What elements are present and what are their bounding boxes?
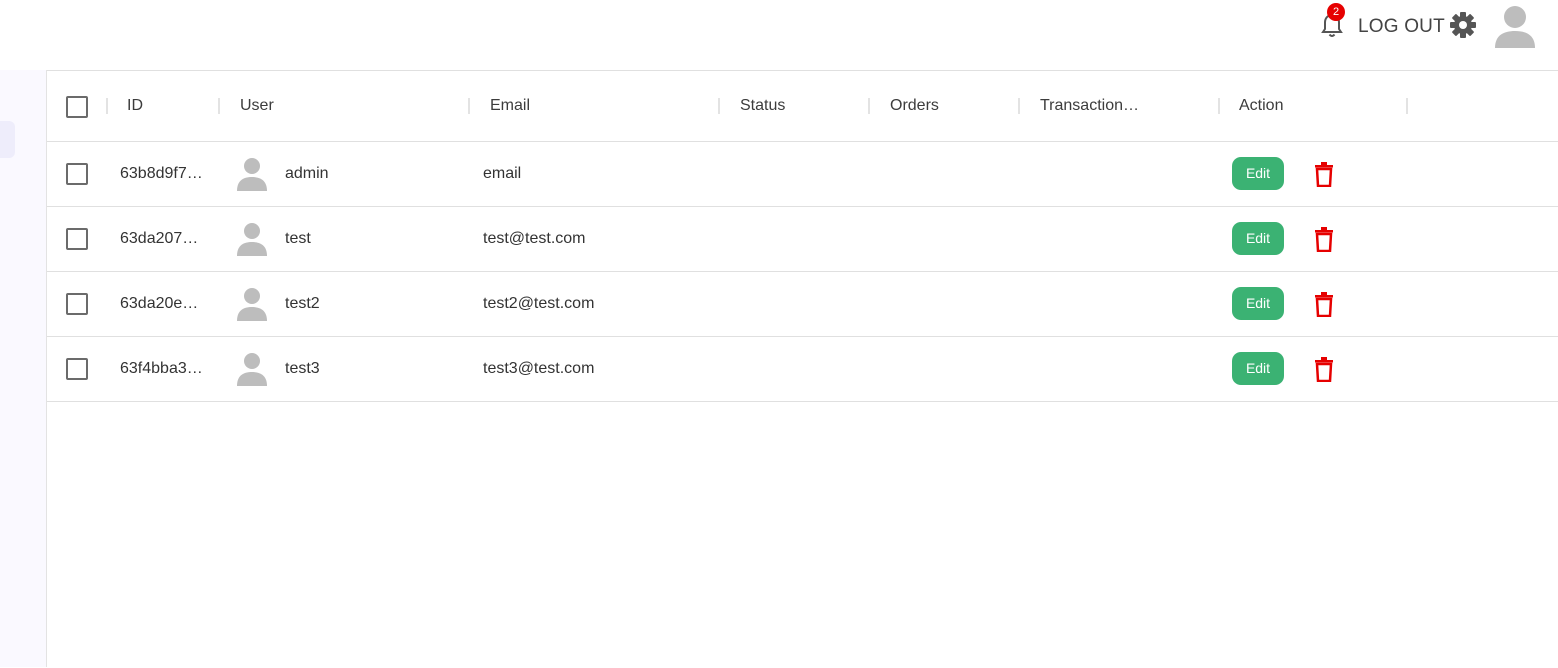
column-separator[interactable] (468, 98, 470, 114)
trash-icon[interactable] (1314, 226, 1334, 253)
users-data-grid: ID User Email Status Orders Transaction…… (47, 70, 1558, 668)
trash-icon[interactable] (1314, 161, 1334, 188)
row-checkbox[interactable] (66, 358, 88, 380)
column-separator[interactable] (1406, 98, 1408, 114)
cell-email: email (483, 165, 522, 182)
user-avatar-icon (236, 222, 268, 256)
edit-button[interactable]: Edit (1232, 352, 1284, 385)
column-header-user[interactable]: User (240, 71, 274, 141)
top-bar: 2 LOG OUT (0, 0, 1558, 70)
select-all-checkbox[interactable] (66, 96, 88, 118)
user-avatar-icon (236, 352, 268, 386)
sidebar-active-item[interactable] (0, 121, 15, 158)
cell-user: test3 (285, 360, 320, 377)
sidebar (0, 70, 47, 667)
column-separator[interactable] (106, 98, 108, 114)
column-header-id[interactable]: ID (127, 71, 143, 141)
table-row[interactable]: 63b8d9f7… admin email Edit (47, 142, 1558, 207)
user-avatar-icon (236, 157, 268, 191)
trash-icon[interactable] (1314, 291, 1334, 318)
column-header-orders[interactable]: Orders (890, 71, 939, 141)
cell-email: test@test.com (483, 230, 586, 247)
cell-user: test (285, 230, 311, 247)
table-row[interactable]: 63da207… test test@test.com Edit (47, 207, 1558, 272)
table-row[interactable]: 63f4bba3… test3 test3@test.com Edit (47, 337, 1558, 402)
edit-button[interactable]: Edit (1232, 222, 1284, 255)
column-separator[interactable] (1218, 98, 1220, 114)
column-header-status[interactable]: Status (740, 71, 785, 141)
column-separator[interactable] (1018, 98, 1020, 114)
column-separator[interactable] (868, 98, 870, 114)
cell-email: test2@test.com (483, 295, 595, 312)
user-avatar-icon (236, 287, 268, 321)
trash-icon[interactable] (1314, 356, 1334, 383)
cell-user: test2 (285, 295, 320, 312)
cell-id: 63da20e… (120, 295, 199, 312)
column-separator[interactable] (218, 98, 220, 114)
edit-button[interactable]: Edit (1232, 287, 1284, 320)
column-header-transactions[interactable]: Transaction… (1040, 71, 1139, 141)
column-separator[interactable] (718, 98, 720, 114)
logout-button[interactable]: LOG OUT (1358, 16, 1445, 38)
cell-id: 63f4bba3… (120, 360, 203, 377)
gear-icon[interactable] (1449, 11, 1477, 39)
cell-id: 63da207… (120, 230, 199, 247)
cell-user: admin (285, 165, 329, 182)
cell-email: test3@test.com (483, 360, 595, 377)
table-row[interactable]: 63da20e… test2 test2@test.com Edit (47, 272, 1558, 337)
edit-button[interactable]: Edit (1232, 157, 1284, 190)
row-checkbox[interactable] (66, 228, 88, 250)
cell-id: 63b8d9f7… (120, 165, 203, 182)
row-checkbox[interactable] (66, 163, 88, 185)
column-header-email[interactable]: Email (490, 71, 530, 141)
notification-badge: 2 (1327, 3, 1345, 21)
row-checkbox[interactable] (66, 293, 88, 315)
column-header-action[interactable]: Action (1239, 71, 1283, 141)
user-avatar-icon[interactable] (1494, 4, 1536, 48)
grid-header: ID User Email Status Orders Transaction…… (47, 71, 1558, 142)
